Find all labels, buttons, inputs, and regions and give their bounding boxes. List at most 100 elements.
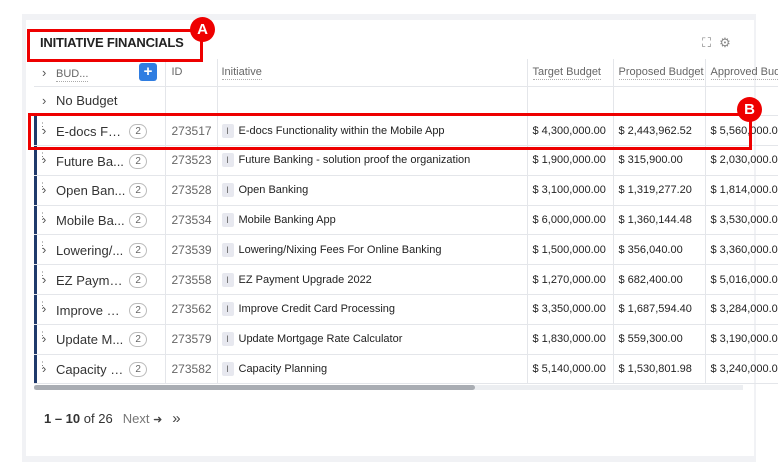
id-cell: 273539 — [165, 234, 218, 266]
initiative-type-icon: I — [221, 183, 234, 198]
column-header-target-budget[interactable]: Target Budget — [527, 59, 614, 87]
count-badge: 2 — [129, 362, 147, 378]
drag-handle-icon[interactable]: ⋮ — [38, 181, 47, 190]
budget-cell[interactable]: ⋮ › Capacity P... 2 — [34, 354, 166, 385]
approved-budget-cell: $ 3,284,000.00 — [705, 294, 778, 325]
initiative-cell[interactable]: I Lowering/Nixing Fees For Online Banking — [217, 234, 528, 266]
initiative-cell[interactable]: I Open Banking — [217, 175, 528, 206]
row-color-marker — [34, 235, 37, 264]
budget-name: Future Ba... — [56, 153, 124, 169]
annotation-badge-a: A — [190, 17, 215, 42]
count-badge: 2 — [129, 183, 147, 199]
count-badge: 2 — [129, 153, 147, 169]
drag-handle-icon[interactable]: ⋮ — [38, 211, 47, 220]
initiative-name: Capacity Planning — [238, 362, 328, 375]
table-row[interactable]: ⋮ › Capacity P... 2 273582 I Capacity Plannin… — [34, 354, 778, 385]
no-budget-row[interactable]: › No Budget — [34, 86, 778, 117]
table-row[interactable]: ⋮ › Update M... 2 273579 I Update Mortgage Ra… — [34, 324, 778, 355]
drag-handle-icon[interactable]: ⋮ — [38, 152, 47, 161]
budget-cell[interactable]: ⋮ › Mobile Ba... 2 — [34, 205, 166, 236]
budget-cell[interactable]: ⋮ › EZ Payme... 2 — [34, 264, 166, 296]
row-color-marker — [34, 265, 37, 294]
target-budget-cell: $ 1,830,000.00 — [527, 324, 614, 355]
gear-icon[interactable]: ⚙ — [719, 36, 731, 50]
pagination: 1 – 10 of 26 Next ➜ » — [44, 410, 181, 427]
budget-name: Improve C... — [56, 302, 126, 318]
proposed-budget-cell: $ 1,319,277.20 — [613, 175, 706, 206]
budget-name: Open Ban... — [56, 183, 126, 199]
initiative-type-icon: I — [221, 153, 234, 168]
horizontal-scrollbar[interactable] — [34, 385, 743, 390]
row-color-marker — [34, 175, 37, 205]
table-row[interactable]: ⋮ › Lowering/... 2 273539 I Lowering/Nixing F… — [34, 234, 778, 266]
add-budget-button[interactable]: + — [139, 63, 157, 81]
annotation-badge-b: B — [737, 97, 762, 122]
table-row[interactable]: ⋮ › Mobile Ba... 2 273534 I Mobile Banking Ap… — [34, 205, 778, 236]
initiative-name: Improve Credit Card Processing — [238, 303, 396, 316]
initiative-cell[interactable]: I Improve Credit Card Processing — [217, 294, 528, 325]
grid-header-row: › BUD... + ID Initiative Target Budget Pr… — [34, 59, 778, 87]
drag-handle-icon[interactable]: ⋮ — [38, 330, 47, 339]
proposed-budget-cell: $ 315,900.00 — [613, 145, 706, 176]
drag-handle-icon[interactable]: ⋮ — [38, 301, 47, 310]
initiative-cell[interactable]: I Mobile Banking App — [217, 205, 528, 236]
column-header-id[interactable]: ID — [165, 59, 218, 87]
initiative-type-icon: I — [221, 272, 234, 287]
initiative-cell[interactable]: I Future Banking - solution proof the org… — [217, 145, 528, 176]
approved-budget-cell: $ 3,530,000.00 — [705, 205, 778, 236]
column-header-budget[interactable]: › BUD... + — [34, 59, 166, 87]
id-cell: 273523 — [165, 145, 218, 176]
financials-grid: › BUD... + ID Initiative Target Budget Pr… — [34, 59, 778, 385]
target-budget-cell: $ 6,000,000.00 — [527, 205, 614, 236]
column-header-approved-budget[interactable]: Approved Budget — [705, 59, 778, 87]
drag-handle-icon[interactable]: ⋮ — [38, 241, 47, 250]
id-cell: 273579 — [165, 324, 218, 355]
annotation-box-b — [28, 113, 752, 150]
initiative-type-icon: I — [221, 242, 234, 257]
id-cell: 273562 — [165, 294, 218, 325]
scrollbar-thumb[interactable] — [34, 385, 475, 390]
approved-budget-cell: $ 3,240,000.00 — [705, 354, 778, 385]
proposed-budget-cell: $ 356,040.00 — [613, 234, 706, 266]
budget-name: Capacity P... — [56, 362, 126, 378]
row-color-marker — [34, 354, 37, 383]
budget-name: Mobile Ba... — [56, 213, 125, 229]
initiative-cell[interactable]: I Update Mortgage Rate Calculator — [217, 324, 528, 355]
column-header-initiative[interactable]: Initiative — [217, 59, 528, 87]
budget-name: EZ Payme... — [56, 272, 126, 288]
double-chevron-right-icon: » — [172, 410, 181, 427]
initiative-name: Lowering/Nixing Fees For Online Banking — [238, 243, 442, 256]
drag-handle-icon[interactable]: ⋮ — [38, 360, 47, 369]
approved-budget-cell: $ 3,190,000.00 — [705, 324, 778, 355]
arrow-right-icon: ➜ — [153, 414, 163, 426]
count-badge: 2 — [129, 243, 147, 259]
proposed-budget-cell: $ 559,300.00 — [613, 324, 706, 355]
budget-cell[interactable]: ⋮ › Lowering/... 2 — [34, 234, 166, 266]
last-page-button[interactable]: » — [172, 410, 180, 427]
budget-cell[interactable]: ⋮ › Open Ban... 2 — [34, 175, 166, 206]
budget-cell[interactable]: ⋮ › Update M... 2 — [34, 324, 166, 355]
table-row[interactable]: ⋮ › EZ Payme... 2 273558 I EZ Payment Upgrade… — [34, 264, 778, 296]
table-row[interactable]: ⋮ › Future Ba... 2 273523 I Future Banking - … — [34, 145, 778, 176]
table-row[interactable]: ⋮ › Improve C... 2 273562 I Improve Credit Ca… — [34, 294, 778, 325]
initiative-cell[interactable]: I EZ Payment Upgrade 2022 — [217, 264, 528, 296]
next-page-button[interactable]: Next ➜ — [123, 411, 163, 426]
budget-cell[interactable]: ⋮ › Future Ba... 2 — [34, 145, 166, 176]
drag-handle-icon[interactable]: ⋮ — [38, 271, 47, 280]
expand-icon[interactable]: ⛶ — [702, 36, 711, 50]
id-cell: 273558 — [165, 264, 218, 296]
column-header-proposed-budget[interactable]: Proposed Budget — [613, 59, 706, 87]
table-row[interactable]: ⋮ › Open Ban... 2 273528 I Open Banking $ 3,10… — [34, 175, 778, 206]
budget-cell[interactable]: ⋮ › Improve C... 2 — [34, 294, 166, 325]
id-cell: 273582 — [165, 354, 218, 385]
proposed-budget-cell: $ 1,530,801.98 — [613, 354, 706, 385]
proposed-budget-cell: $ 1,360,144.48 — [613, 205, 706, 236]
chevron-right-icon[interactable]: › — [42, 65, 56, 80]
chevron-right-icon[interactable]: › — [42, 93, 56, 108]
row-color-marker — [34, 205, 37, 234]
row-color-marker — [34, 324, 37, 354]
id-cell: 273528 — [165, 175, 218, 206]
initiative-cell[interactable]: I Capacity Planning — [217, 354, 528, 385]
approved-budget-cell: $ 3,360,000.00 — [705, 234, 778, 266]
proposed-budget-cell: $ 1,687,594.40 — [613, 294, 706, 325]
